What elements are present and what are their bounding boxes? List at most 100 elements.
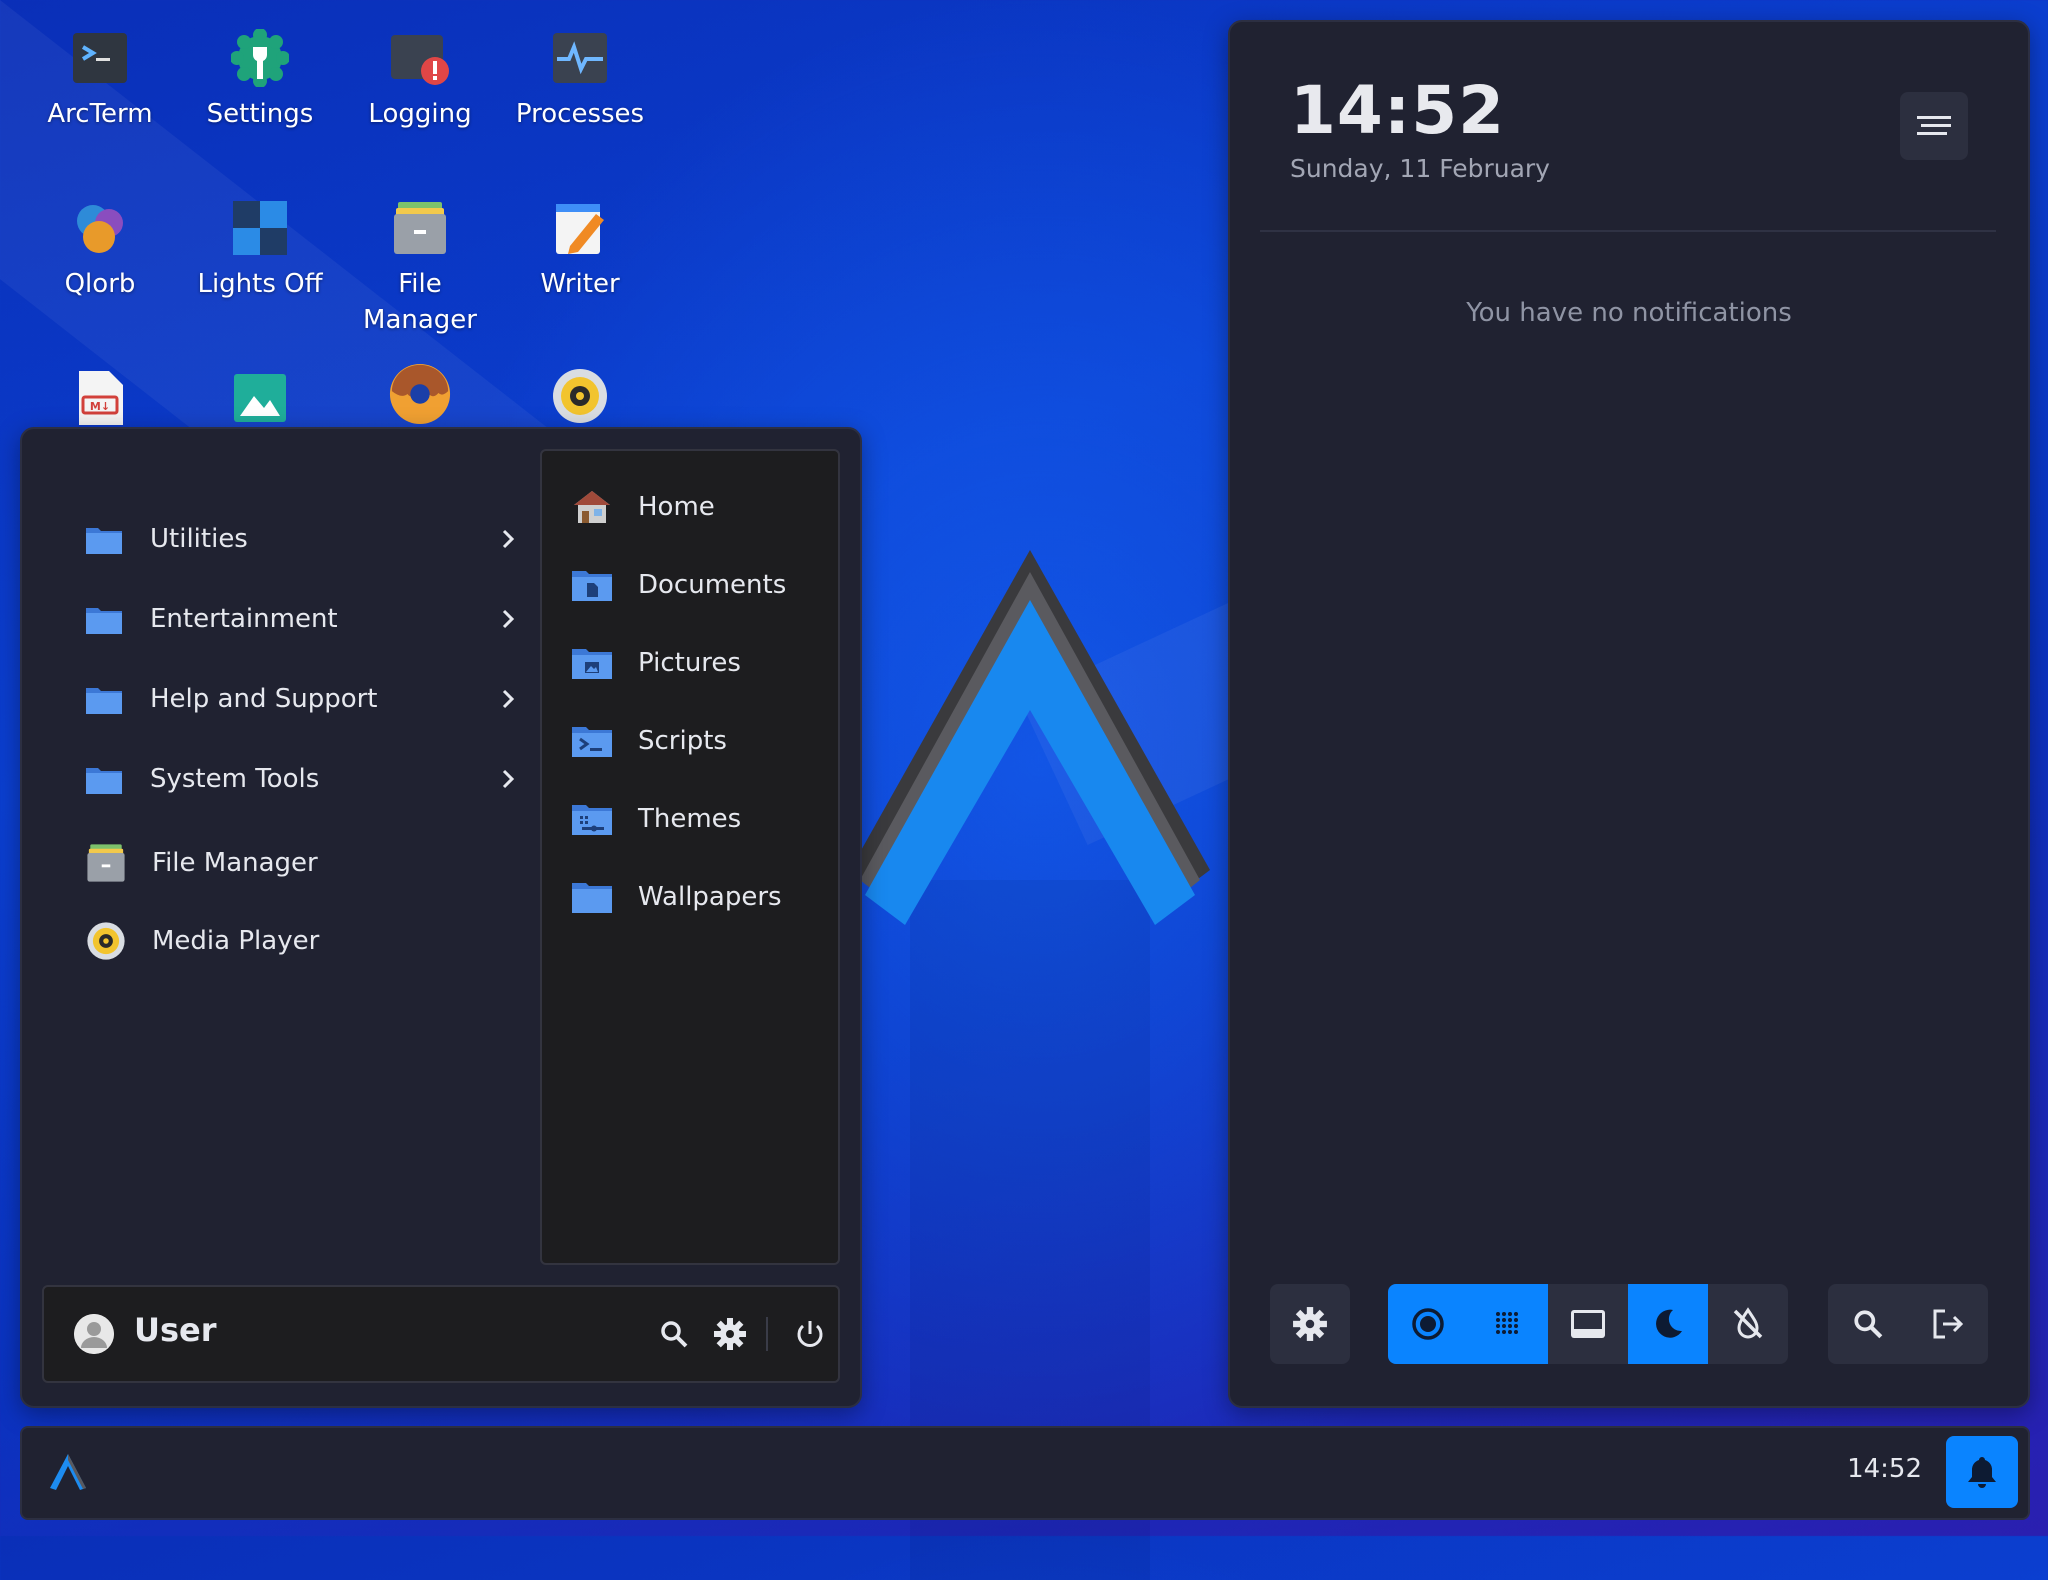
place-label: Documents [638, 570, 787, 600]
desktop-icon-qlorb[interactable]: Qlorb [25, 196, 175, 302]
chevron-right-icon [502, 769, 515, 789]
menu-category-utilities[interactable]: Utilities [62, 509, 522, 569]
donut-icon [388, 362, 452, 426]
no-drop-icon [1733, 1307, 1763, 1339]
bell-icon [1968, 1457, 1996, 1488]
quick-settings-button[interactable] [1270, 1284, 1350, 1364]
desktop-icon-image-viewer[interactable] [185, 366, 335, 430]
place-label: Wallpapers [638, 882, 782, 912]
file-cabinet-icon [87, 844, 125, 882]
desktop-icon-markdown[interactable]: M↓ [25, 366, 175, 430]
do-not-disturb-toggle[interactable] [1708, 1284, 1788, 1364]
desktop-icon-settings[interactable]: Settings [185, 26, 335, 132]
logout-button[interactable] [1908, 1284, 1988, 1364]
menu-category-system-tools[interactable]: System Tools [62, 749, 522, 809]
divider [766, 1317, 768, 1351]
place-pictures[interactable]: Pictures [572, 633, 741, 693]
menu-category-label: Entertainment [150, 604, 338, 634]
chevron-right-icon [502, 609, 515, 629]
divider [1260, 230, 1996, 232]
desktop-icon-media-player[interactable] [505, 364, 655, 428]
menu-category-entertainment[interactable]: Entertainment [62, 589, 522, 649]
terminal-icon [68, 26, 132, 90]
desktop-icon-label: Qlorb [64, 269, 136, 299]
avatar[interactable] [74, 1314, 114, 1354]
qlorb-game-icon [68, 196, 132, 260]
gear-icon [1293, 1307, 1327, 1341]
image-viewer-icon [228, 366, 292, 430]
media-player-icon [87, 922, 125, 960]
user-bar: User [42, 1285, 840, 1383]
screen-record-toggle[interactable] [1388, 1284, 1468, 1364]
menu-app-label: Media Player [152, 926, 320, 956]
power-button[interactable] [792, 1316, 828, 1352]
desktop-icon-lights-off[interactable]: Lights Off [185, 196, 335, 302]
desktop-icon-label: Settings [206, 99, 314, 129]
desktop-icon-label: Processes [515, 99, 645, 129]
search-icon [661, 1321, 688, 1348]
home-folder-icon [574, 491, 610, 523]
menu-app-file-manager[interactable]: File Manager [62, 833, 522, 893]
menu-category-label: System Tools [150, 764, 320, 794]
power-icon [797, 1321, 823, 1347]
logout-icon [1933, 1309, 1964, 1339]
desktop-icon-file-manager[interactable]: File Manager [345, 196, 495, 338]
notification-panel: 14:52 Sunday, 11 February You have no no… [1228, 20, 2030, 1408]
app-menu: Utilities Entertainment Help and Support… [20, 427, 862, 1408]
pictures-folder-icon [572, 649, 612, 679]
place-label: Home [638, 492, 715, 522]
grain-toggle[interactable] [1468, 1284, 1548, 1364]
place-label: Pictures [638, 648, 741, 678]
menu-settings-button[interactable] [712, 1316, 748, 1352]
place-wallpapers[interactable]: Wallpapers [572, 867, 782, 927]
moon-icon [1656, 1309, 1682, 1338]
file-cabinet-icon [388, 196, 452, 260]
lights-off-icon [228, 196, 292, 260]
arc-logo-wallpaper [850, 550, 1210, 925]
night-light-toggle[interactable] [1628, 1284, 1708, 1364]
clear-notifications-button[interactable] [1900, 92, 1968, 160]
taskbar-clock[interactable]: 14:52 [1847, 1454, 1922, 1484]
chevron-right-icon [502, 529, 515, 549]
user-avatar-icon [74, 1314, 114, 1354]
notifications-button[interactable] [1946, 1436, 2018, 1508]
places-list: Home Documents Pictures Scripts Themes W… [540, 449, 840, 1265]
menu-search-button[interactable] [656, 1316, 692, 1352]
panel-date: Sunday, 11 February [1290, 154, 1550, 183]
place-label: Themes [638, 804, 742, 834]
record-icon [1412, 1308, 1444, 1340]
desktop-icon-writer[interactable]: Writer [505, 196, 655, 302]
panel-clock: 14:52 [1290, 72, 1506, 149]
themes-folder-icon [572, 805, 612, 835]
folder-icon [86, 528, 122, 554]
desktop-icon-logging[interactable]: Logging [345, 26, 495, 132]
desktop-icon-donut[interactable] [345, 362, 495, 426]
desktop-icon-processes[interactable]: Processes [505, 26, 655, 132]
desktop-icon-label: ArcTerm [47, 99, 153, 129]
place-themes[interactable]: Themes [572, 789, 741, 849]
documents-folder-icon [572, 571, 612, 601]
panel-icon [1571, 1310, 1605, 1338]
activity-monitor-icon [548, 26, 612, 90]
chevron-right-icon [502, 689, 515, 709]
app-menu-button[interactable] [46, 1450, 90, 1494]
wallpapers-folder-icon [572, 883, 612, 913]
text-editor-icon [548, 196, 612, 260]
scripts-folder-icon [572, 727, 612, 757]
desktop-icon-label: File Manager [363, 269, 477, 335]
place-documents[interactable]: Documents [572, 555, 786, 615]
menu-category-label: Utilities [150, 524, 248, 554]
menu-app-label: File Manager [152, 848, 318, 878]
menu-category-help-and-support[interactable]: Help and Support [62, 669, 522, 729]
empty-notifications-message: You have no notifications [1466, 298, 1792, 328]
user-name: User [134, 1311, 217, 1349]
place-home[interactable]: Home [572, 477, 715, 537]
menu-category-label: Help and Support [150, 684, 378, 714]
menu-app-media-player[interactable]: Media Player [62, 911, 522, 971]
desktop-icon-arcterm[interactable]: ArcTerm [25, 26, 175, 132]
panel-toggle[interactable] [1548, 1284, 1628, 1364]
gear-icon [714, 1318, 746, 1350]
search-button[interactable] [1828, 1284, 1908, 1364]
place-scripts[interactable]: Scripts [572, 711, 727, 771]
dots-grid-icon [1496, 1312, 1518, 1334]
